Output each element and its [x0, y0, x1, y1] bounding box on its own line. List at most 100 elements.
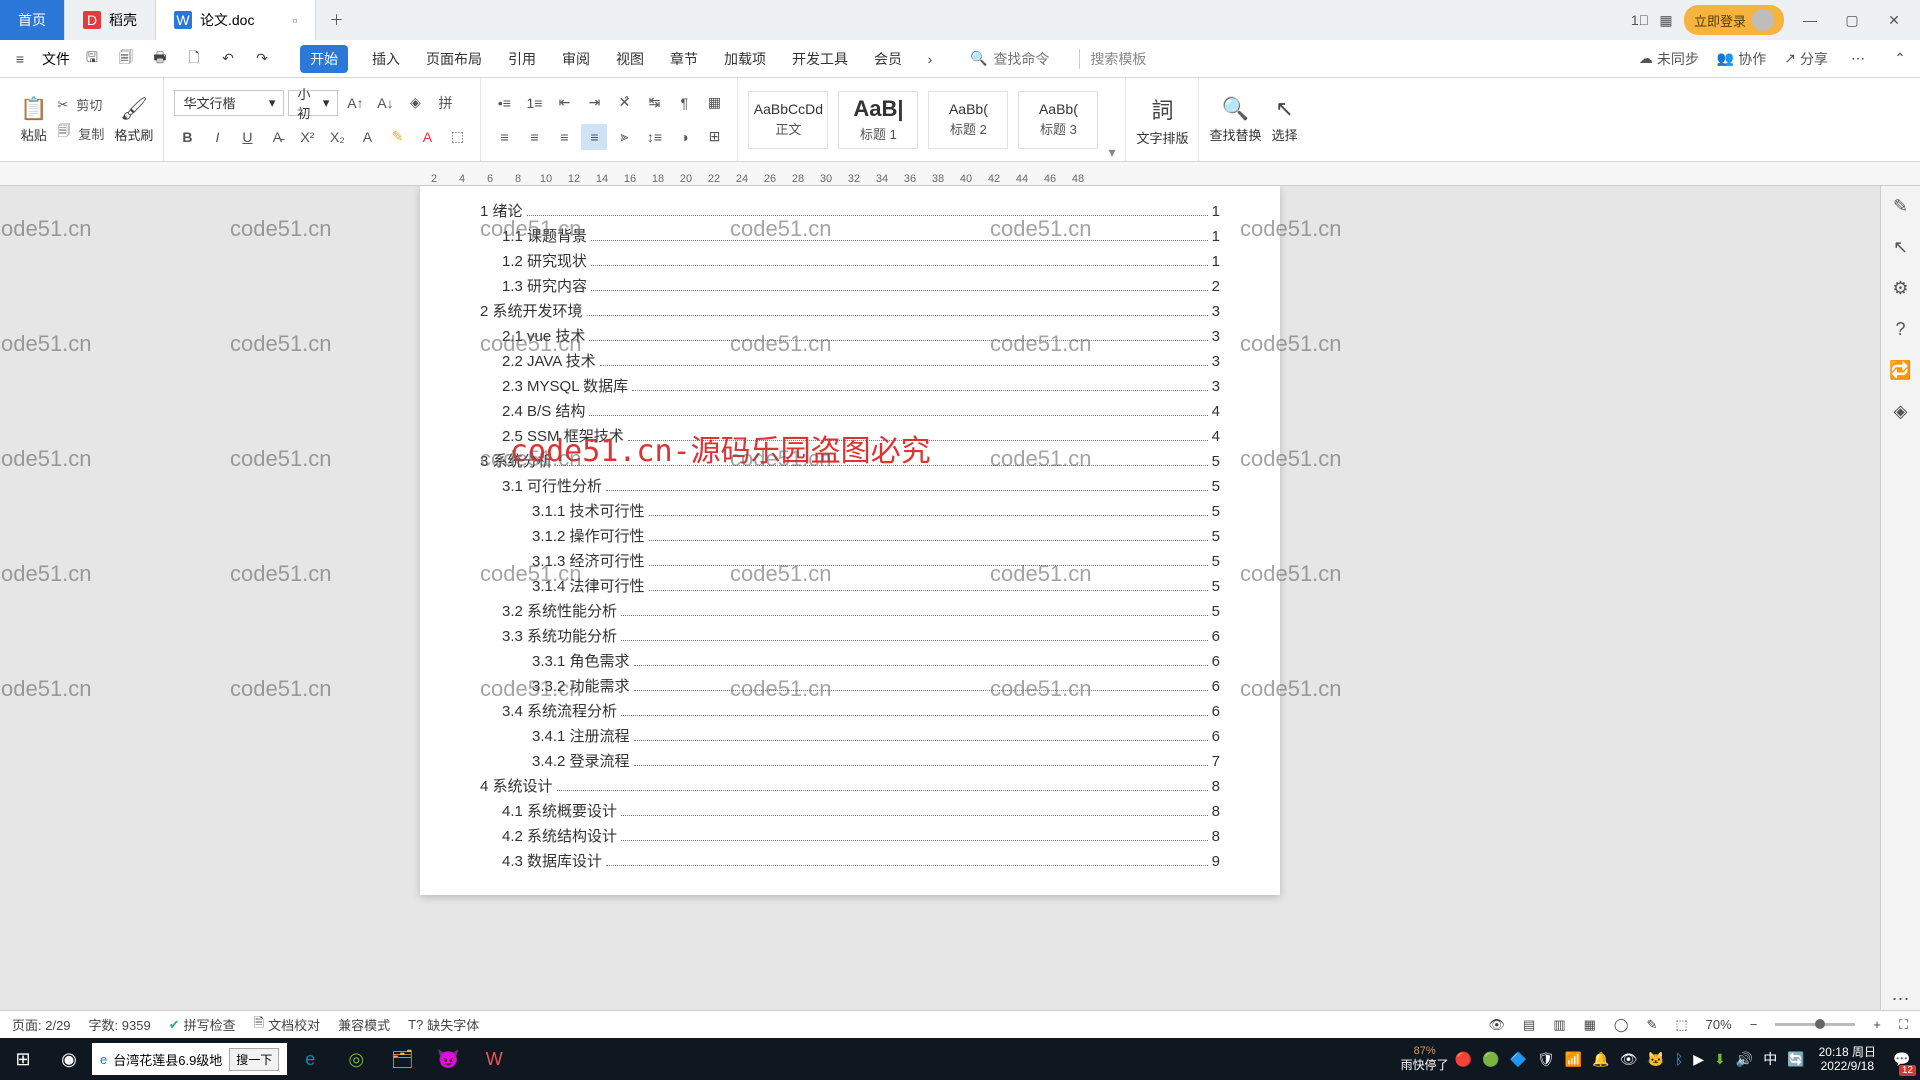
- notification-button[interactable]: 💬12: [1884, 1038, 1920, 1080]
- settings-slider-icon[interactable]: ⚙: [1892, 278, 1908, 299]
- taskbar-search[interactable]: e 搜一下: [92, 1043, 287, 1075]
- align-right-button[interactable]: ≡: [551, 124, 577, 150]
- layout-numeric-icon[interactable]: 1⃞: [1632, 12, 1648, 28]
- underline-button[interactable]: U: [234, 124, 260, 150]
- redo-icon[interactable]: ↷: [250, 47, 274, 71]
- tab-daoke[interactable]: D稻壳: [65, 0, 156, 40]
- style-标题 1[interactable]: AaB|标题 1: [838, 91, 918, 149]
- menu-tab-8[interactable]: 开发工具: [790, 45, 850, 73]
- save-icon[interactable]: 🖫: [80, 47, 104, 71]
- tray-icon[interactable]: 🔴: [1455, 1051, 1472, 1068]
- menu-tab-3[interactable]: 引用: [506, 45, 538, 73]
- print-preview-icon[interactable]: 🗋: [182, 47, 206, 71]
- shrink-font-button[interactable]: A↓: [372, 90, 398, 116]
- eye-mode-icon[interactable]: 👁: [1489, 1017, 1506, 1033]
- help-icon[interactable]: ?: [1895, 319, 1905, 340]
- tray-icon[interactable]: 🔷: [1510, 1051, 1527, 1068]
- task-wps-icon[interactable]: W: [471, 1038, 517, 1080]
- file-menu[interactable]: 文件: [42, 49, 70, 69]
- zoom-in-button[interactable]: +: [1873, 1017, 1881, 1032]
- bold-button[interactable]: B: [174, 124, 200, 150]
- page-indicator[interactable]: 页面: 2/29: [12, 1015, 71, 1034]
- close-button[interactable]: ✕: [1878, 6, 1910, 34]
- cursor-icon[interactable]: ↖: [1893, 237, 1908, 258]
- clear-format-button[interactable]: ◈: [402, 90, 428, 116]
- tray-icon[interactable]: 🐱: [1647, 1051, 1664, 1068]
- template-search[interactable]: 搜索模板: [1079, 49, 1146, 69]
- tag-icon[interactable]: ◈: [1894, 401, 1908, 422]
- taskbar-search-button[interactable]: 搜一下: [229, 1048, 279, 1071]
- tray-bell-icon[interactable]: 🔔: [1592, 1051, 1609, 1068]
- more-icon[interactable]: ⋯: [1892, 989, 1910, 1010]
- tab-button[interactable]: ↹: [641, 90, 667, 116]
- fit-width-icon[interactable]: ⬚: [1675, 1017, 1687, 1033]
- menu-tab-2[interactable]: 页面布局: [424, 45, 484, 73]
- tray-bluetooth-icon[interactable]: ᛒ: [1675, 1051, 1683, 1067]
- login-button[interactable]: 立即登录: [1684, 5, 1784, 35]
- zoom-out-button[interactable]: −: [1750, 1017, 1758, 1032]
- line-spacing-button[interactable]: ↕≡: [641, 124, 667, 150]
- coop-button[interactable]: 👥协作: [1717, 49, 1766, 69]
- style-正文[interactable]: AaBbCcDd正文: [748, 91, 828, 149]
- style-标题 2[interactable]: AaBb(标题 2: [928, 91, 1008, 149]
- zoom-slider[interactable]: [1775, 1023, 1855, 1026]
- menu-tab-4[interactable]: 审阅: [560, 45, 592, 73]
- taskbar-search-input[interactable]: [113, 1052, 223, 1067]
- hamburger-icon[interactable]: ≡: [8, 47, 32, 71]
- grow-font-button[interactable]: A↑: [342, 90, 368, 116]
- shading-button[interactable]: ◑: [671, 124, 697, 150]
- menu-tab-6[interactable]: 章节: [668, 45, 700, 73]
- start-button[interactable]: ⊞: [0, 1038, 46, 1080]
- phonetic-button[interactable]: 拼: [432, 90, 458, 116]
- fullscreen-icon[interactable]: ⛶: [1899, 1017, 1908, 1033]
- tray-ime[interactable]: 中: [1763, 1049, 1777, 1069]
- share-button[interactable]: ↗分享: [1784, 49, 1828, 69]
- select-button[interactable]: ↖选择: [1272, 96, 1298, 144]
- sort-button[interactable]: ✕̂: [611, 90, 637, 116]
- menu-overflow-icon[interactable]: ›: [918, 47, 942, 71]
- tray-icon[interactable]: 🟢: [1482, 1051, 1499, 1068]
- style-标题 3[interactable]: AaBb(标题 3: [1018, 91, 1098, 149]
- font-size-select[interactable]: 小初▾: [288, 90, 338, 116]
- char-border-button[interactable]: ⬚: [444, 124, 470, 150]
- subscript-button[interactable]: X₂: [324, 124, 350, 150]
- menu-tab-5[interactable]: 视图: [614, 45, 646, 73]
- proofread-button[interactable]: 🗎文档校对: [254, 1014, 320, 1036]
- align-left-button[interactable]: ≡: [491, 124, 517, 150]
- increase-indent-button[interactable]: ⇥: [581, 90, 607, 116]
- word-count[interactable]: 字数: 9359: [89, 1015, 151, 1034]
- bullet-list-button[interactable]: •≡: [491, 90, 517, 116]
- tab-menu-icon[interactable]: ▫: [292, 12, 297, 28]
- tray-icon[interactable]: ▶: [1693, 1051, 1704, 1068]
- tab-home[interactable]: 首页: [0, 0, 65, 40]
- highlight-button[interactable]: ✎: [384, 124, 410, 150]
- show-marks-button[interactable]: ¶: [671, 90, 697, 116]
- spell-check-toggle[interactable]: ✔拼写检查: [169, 1015, 236, 1034]
- page-view-icon[interactable]: ▥: [1553, 1017, 1565, 1033]
- menu-tab-1[interactable]: 插入: [370, 45, 402, 73]
- tray-icon[interactable]: 🛡: [1537, 1051, 1555, 1068]
- sync-status[interactable]: ☁未同步: [1639, 49, 1699, 69]
- distribute-button[interactable]: ⫸: [611, 124, 637, 150]
- find-replace-button[interactable]: 🔍查找替换: [1209, 96, 1261, 144]
- layout-grid-icon[interactable]: ▦: [1658, 12, 1674, 28]
- missing-font[interactable]: T?缺失字体: [408, 1015, 479, 1034]
- task-explorer-icon[interactable]: 🗂: [379, 1038, 425, 1080]
- new-tab-button[interactable]: ＋: [316, 0, 356, 40]
- compat-mode[interactable]: 兼容模式: [338, 1015, 390, 1034]
- number-list-button[interactable]: 1≡: [521, 90, 547, 116]
- format-brush-button[interactable]: 🖌格式刷: [114, 96, 153, 144]
- minimize-button[interactable]: —: [1794, 6, 1826, 34]
- menu-tab-0[interactable]: 开始: [300, 45, 348, 73]
- collapse-ribbon-icon[interactable]: ⌃: [1888, 47, 1912, 71]
- paste-button[interactable]: 📋粘贴: [20, 96, 47, 144]
- maximize-button[interactable]: ▢: [1836, 6, 1868, 34]
- tray-volume-icon[interactable]: 🔊: [1736, 1051, 1753, 1068]
- tray-nvidia-icon[interactable]: 👁: [1620, 1051, 1638, 1068]
- command-search-input[interactable]: [993, 51, 1073, 67]
- read-view-icon[interactable]: ▤: [1523, 1017, 1535, 1033]
- font-select[interactable]: 华文行楷▾: [174, 90, 284, 116]
- task-ie-icon[interactable]: e: [287, 1038, 333, 1080]
- align-justify-button[interactable]: ≡: [581, 124, 607, 150]
- outline-view-icon[interactable]: ▦: [1584, 1017, 1596, 1033]
